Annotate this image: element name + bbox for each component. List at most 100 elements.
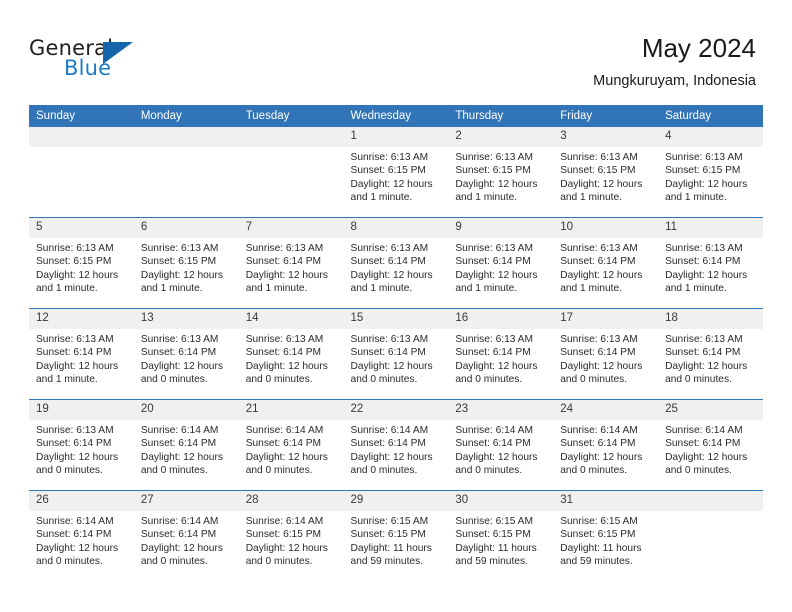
calendar-day-cell[interactable]: 3 Sunrise: 6:13 AM Sunset: 6:15 PM Dayli… (553, 127, 659, 218)
sunset-text: Sunset: 6:14 PM (36, 438, 112, 450)
calendar-day-cell[interactable]: 16 Sunrise: 6:13 AM Sunset: 6:14 PM Dayl… (448, 308, 554, 400)
calendar-day-cell[interactable]: 1 Sunrise: 6:13 AM Sunset: 6:15 PM Dayli… (343, 127, 449, 218)
day-details: Sunrise: 6:13 AM Sunset: 6:15 PM Dayligh… (553, 147, 658, 205)
calendar-day-cell[interactable]: 18 Sunrise: 6:13 AM Sunset: 6:14 PM Dayl… (658, 308, 763, 400)
day-details: Sunrise: 6:13 AM Sunset: 6:14 PM Dayligh… (344, 238, 449, 296)
sunrise-text: Sunrise: 6:14 AM (140, 516, 219, 527)
day-number: 15 (343, 309, 449, 329)
sunrise-text: Sunrise: 6:14 AM (245, 425, 324, 436)
sunset-text: Sunset: 6:14 PM (560, 438, 636, 450)
sunrise-text: Sunrise: 6:13 AM (350, 152, 429, 163)
daylight-text: Daylight: 12 hours and 0 minutes. (350, 451, 433, 477)
sunset-text: Sunset: 6:14 PM (455, 347, 531, 359)
calendar-day-cell[interactable]: 12 Sunrise: 6:13 AM Sunset: 6:14 PM Dayl… (29, 308, 134, 400)
daylight-text: Daylight: 12 hours and 1 minute. (560, 269, 643, 295)
calendar-day-cell[interactable]: 19 Sunrise: 6:13 AM Sunset: 6:14 PM Dayl… (29, 399, 134, 491)
calendar-day-cell[interactable]: 28 Sunrise: 6:14 AM Sunset: 6:15 PM Dayl… (238, 490, 344, 581)
calendar-day-cell[interactable]: 2 Sunrise: 6:13 AM Sunset: 6:15 PM Dayli… (448, 127, 554, 218)
calendar-day-cell[interactable] (658, 490, 763, 581)
calendar-week-row: 19 Sunrise: 6:13 AM Sunset: 6:14 PM Dayl… (29, 399, 763, 491)
day-details: Sunrise: 6:13 AM Sunset: 6:14 PM Dayligh… (553, 238, 658, 296)
day-number: 29 (343, 491, 449, 511)
daylight-text: Daylight: 12 hours and 0 minutes. (36, 451, 119, 477)
daylight-text: Daylight: 12 hours and 1 minute. (665, 178, 748, 204)
calendar-day-cell[interactable]: 24 Sunrise: 6:14 AM Sunset: 6:14 PM Dayl… (553, 399, 659, 491)
day-details: Sunrise: 6:15 AM Sunset: 6:15 PM Dayligh… (344, 511, 449, 569)
calendar-day-cell[interactable]: 31 Sunrise: 6:15 AM Sunset: 6:15 PM Dayl… (553, 490, 659, 581)
day-details: Sunrise: 6:14 AM Sunset: 6:14 PM Dayligh… (553, 420, 658, 478)
sunset-text: Sunset: 6:15 PM (36, 256, 112, 268)
daylight-text: Daylight: 12 hours and 0 minutes. (350, 360, 433, 386)
sunrise-text: Sunrise: 6:13 AM (36, 334, 114, 345)
day-number: 30 (448, 491, 554, 511)
day-details: Sunrise: 6:13 AM Sunset: 6:14 PM Dayligh… (29, 329, 134, 387)
calendar-day-cell[interactable]: 9 Sunrise: 6:13 AM Sunset: 6:14 PM Dayli… (448, 217, 554, 309)
calendar-day-cell[interactable]: 13 Sunrise: 6:13 AM Sunset: 6:14 PM Dayl… (133, 308, 239, 400)
sunrise-text: Sunrise: 6:13 AM (560, 152, 638, 163)
sunrise-text: Sunrise: 6:13 AM (665, 243, 743, 254)
sunrise-text: Sunrise: 6:13 AM (350, 334, 429, 345)
day-details (134, 147, 239, 151)
sunset-text: Sunset: 6:15 PM (245, 529, 322, 541)
calendar-day-cell[interactable]: 4 Sunrise: 6:13 AM Sunset: 6:15 PM Dayli… (658, 127, 763, 218)
calendar-week-row: 1 Sunrise: 6:13 AM Sunset: 6:15 PM Dayli… (29, 127, 763, 218)
day-details: Sunrise: 6:13 AM Sunset: 6:14 PM Dayligh… (448, 329, 553, 387)
calendar-day-cell[interactable]: 11 Sunrise: 6:13 AM Sunset: 6:14 PM Dayl… (658, 217, 763, 309)
calendar-day-cell[interactable]: 20 Sunrise: 6:14 AM Sunset: 6:14 PM Dayl… (133, 399, 239, 491)
sunset-text: Sunset: 6:14 PM (560, 256, 636, 268)
calendar-day-cell[interactable]: 8 Sunrise: 6:13 AM Sunset: 6:14 PM Dayli… (343, 217, 449, 309)
sunrise-text: Sunrise: 6:13 AM (455, 243, 533, 254)
daylight-text: Daylight: 12 hours and 1 minute. (140, 269, 223, 295)
day-details (239, 147, 344, 151)
calendar-day-cell[interactable] (133, 127, 239, 218)
calendar-day-cell[interactable]: 14 Sunrise: 6:13 AM Sunset: 6:14 PM Dayl… (238, 308, 344, 400)
calendar-day-cell[interactable]: 23 Sunrise: 6:14 AM Sunset: 6:14 PM Dayl… (448, 399, 554, 491)
day-details: Sunrise: 6:13 AM Sunset: 6:15 PM Dayligh… (29, 238, 134, 296)
sunrise-text: Sunrise: 6:14 AM (455, 425, 533, 436)
day-number: 17 (553, 309, 659, 329)
day-details: Sunrise: 6:15 AM Sunset: 6:15 PM Dayligh… (448, 511, 553, 569)
calendar-day-cell[interactable]: 10 Sunrise: 6:13 AM Sunset: 6:14 PM Dayl… (553, 217, 659, 309)
calendar-day-cell[interactable]: 22 Sunrise: 6:14 AM Sunset: 6:14 PM Dayl… (343, 399, 449, 491)
daylight-text: Daylight: 12 hours and 1 minute. (455, 269, 538, 295)
calendar-day-cell[interactable]: 27 Sunrise: 6:14 AM Sunset: 6:14 PM Dayl… (133, 490, 239, 581)
weekday-header-monday: Monday (133, 105, 239, 127)
day-number (238, 127, 344, 147)
day-details: Sunrise: 6:14 AM Sunset: 6:14 PM Dayligh… (239, 420, 344, 478)
day-number: 18 (658, 309, 763, 329)
day-details: Sunrise: 6:13 AM Sunset: 6:14 PM Dayligh… (658, 238, 763, 296)
sunset-text: Sunset: 6:14 PM (140, 529, 217, 541)
calendar-day-cell[interactable]: 30 Sunrise: 6:15 AM Sunset: 6:15 PM Dayl… (448, 490, 554, 581)
calendar-day-cell[interactable]: 21 Sunrise: 6:14 AM Sunset: 6:14 PM Dayl… (238, 399, 344, 491)
day-number: 19 (29, 400, 134, 420)
daylight-text: Daylight: 12 hours and 0 minutes. (140, 542, 223, 568)
day-number: 2 (448, 127, 554, 147)
calendar-day-cell[interactable]: 25 Sunrise: 6:14 AM Sunset: 6:14 PM Dayl… (658, 399, 763, 491)
sunrise-text: Sunrise: 6:14 AM (560, 425, 638, 436)
day-number: 16 (448, 309, 554, 329)
calendar-day-cell[interactable]: 15 Sunrise: 6:13 AM Sunset: 6:14 PM Dayl… (343, 308, 449, 400)
calendar-day-cell[interactable] (238, 127, 344, 218)
calendar-day-cell[interactable]: 5 Sunrise: 6:13 AM Sunset: 6:15 PM Dayli… (29, 217, 134, 309)
day-details: Sunrise: 6:13 AM Sunset: 6:14 PM Dayligh… (239, 238, 344, 296)
calendar-day-cell[interactable]: 17 Sunrise: 6:13 AM Sunset: 6:14 PM Dayl… (553, 308, 659, 400)
calendar-day-cell[interactable]: 6 Sunrise: 6:13 AM Sunset: 6:15 PM Dayli… (133, 217, 239, 309)
calendar-day-cell[interactable] (29, 127, 134, 218)
day-number: 11 (658, 218, 763, 238)
calendar-day-cell[interactable]: 29 Sunrise: 6:15 AM Sunset: 6:15 PM Dayl… (343, 490, 449, 581)
daylight-text: Daylight: 12 hours and 1 minute. (36, 360, 119, 386)
day-details: Sunrise: 6:13 AM Sunset: 6:15 PM Dayligh… (134, 238, 239, 296)
calendar-day-cell[interactable]: 26 Sunrise: 6:14 AM Sunset: 6:14 PM Dayl… (29, 490, 134, 581)
sunset-text: Sunset: 6:14 PM (665, 438, 741, 450)
day-details: Sunrise: 6:13 AM Sunset: 6:14 PM Dayligh… (239, 329, 344, 387)
weekday-header-friday: Friday (553, 105, 659, 127)
sunset-text: Sunset: 6:14 PM (245, 347, 322, 359)
brand-logo[interactable]: General Blue (29, 36, 229, 86)
sunrise-text: Sunrise: 6:13 AM (560, 334, 638, 345)
sunrise-text: Sunrise: 6:14 AM (140, 425, 219, 436)
daylight-text: Daylight: 12 hours and 1 minute. (455, 178, 538, 204)
day-number: 3 (553, 127, 659, 147)
day-details: Sunrise: 6:14 AM Sunset: 6:14 PM Dayligh… (134, 420, 239, 478)
calendar-day-cell[interactable]: 7 Sunrise: 6:13 AM Sunset: 6:14 PM Dayli… (238, 217, 344, 309)
sunset-text: Sunset: 6:14 PM (350, 256, 426, 268)
